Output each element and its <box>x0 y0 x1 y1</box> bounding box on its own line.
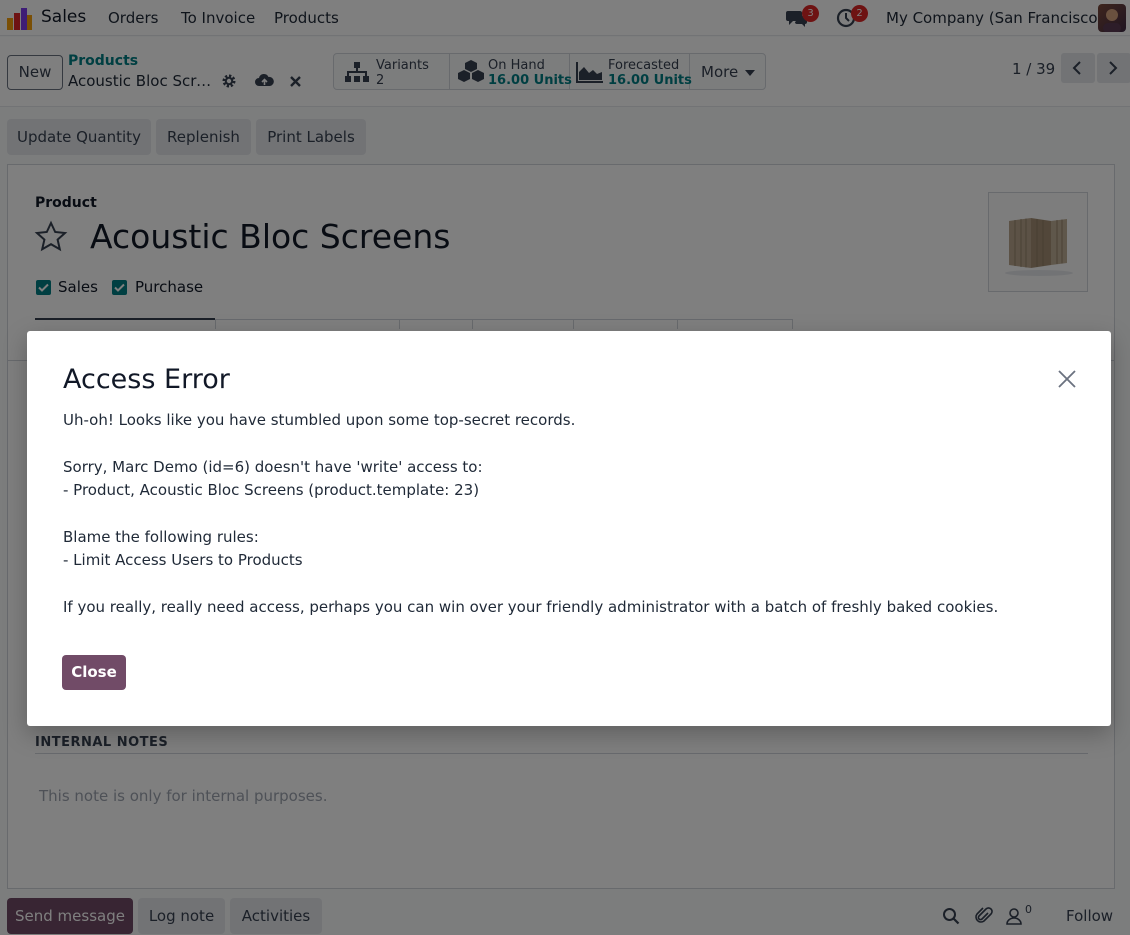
dialog-message-line: If you really, really need access, perha… <box>63 598 999 616</box>
access-error-dialog: Access Error Uh-oh! Looks like you have … <box>27 331 1111 726</box>
dialog-message-line: - Product, Acoustic Bloc Screens (produc… <box>63 481 480 499</box>
dialog-close-button[interactable]: Close <box>62 655 126 690</box>
dialog-message-line: Uh-oh! Looks like you have stumbled upon… <box>63 411 576 429</box>
close-icon[interactable] <box>1057 369 1077 389</box>
dialog-message-line: Blame the following rules: <box>63 528 259 546</box>
dialog-message-line: - Limit Access Users to Products <box>63 551 303 569</box>
dialog-title: Access Error <box>63 364 230 395</box>
dialog-message-line: Sorry, Marc Demo (id=6) doesn't have 'wr… <box>63 458 483 476</box>
